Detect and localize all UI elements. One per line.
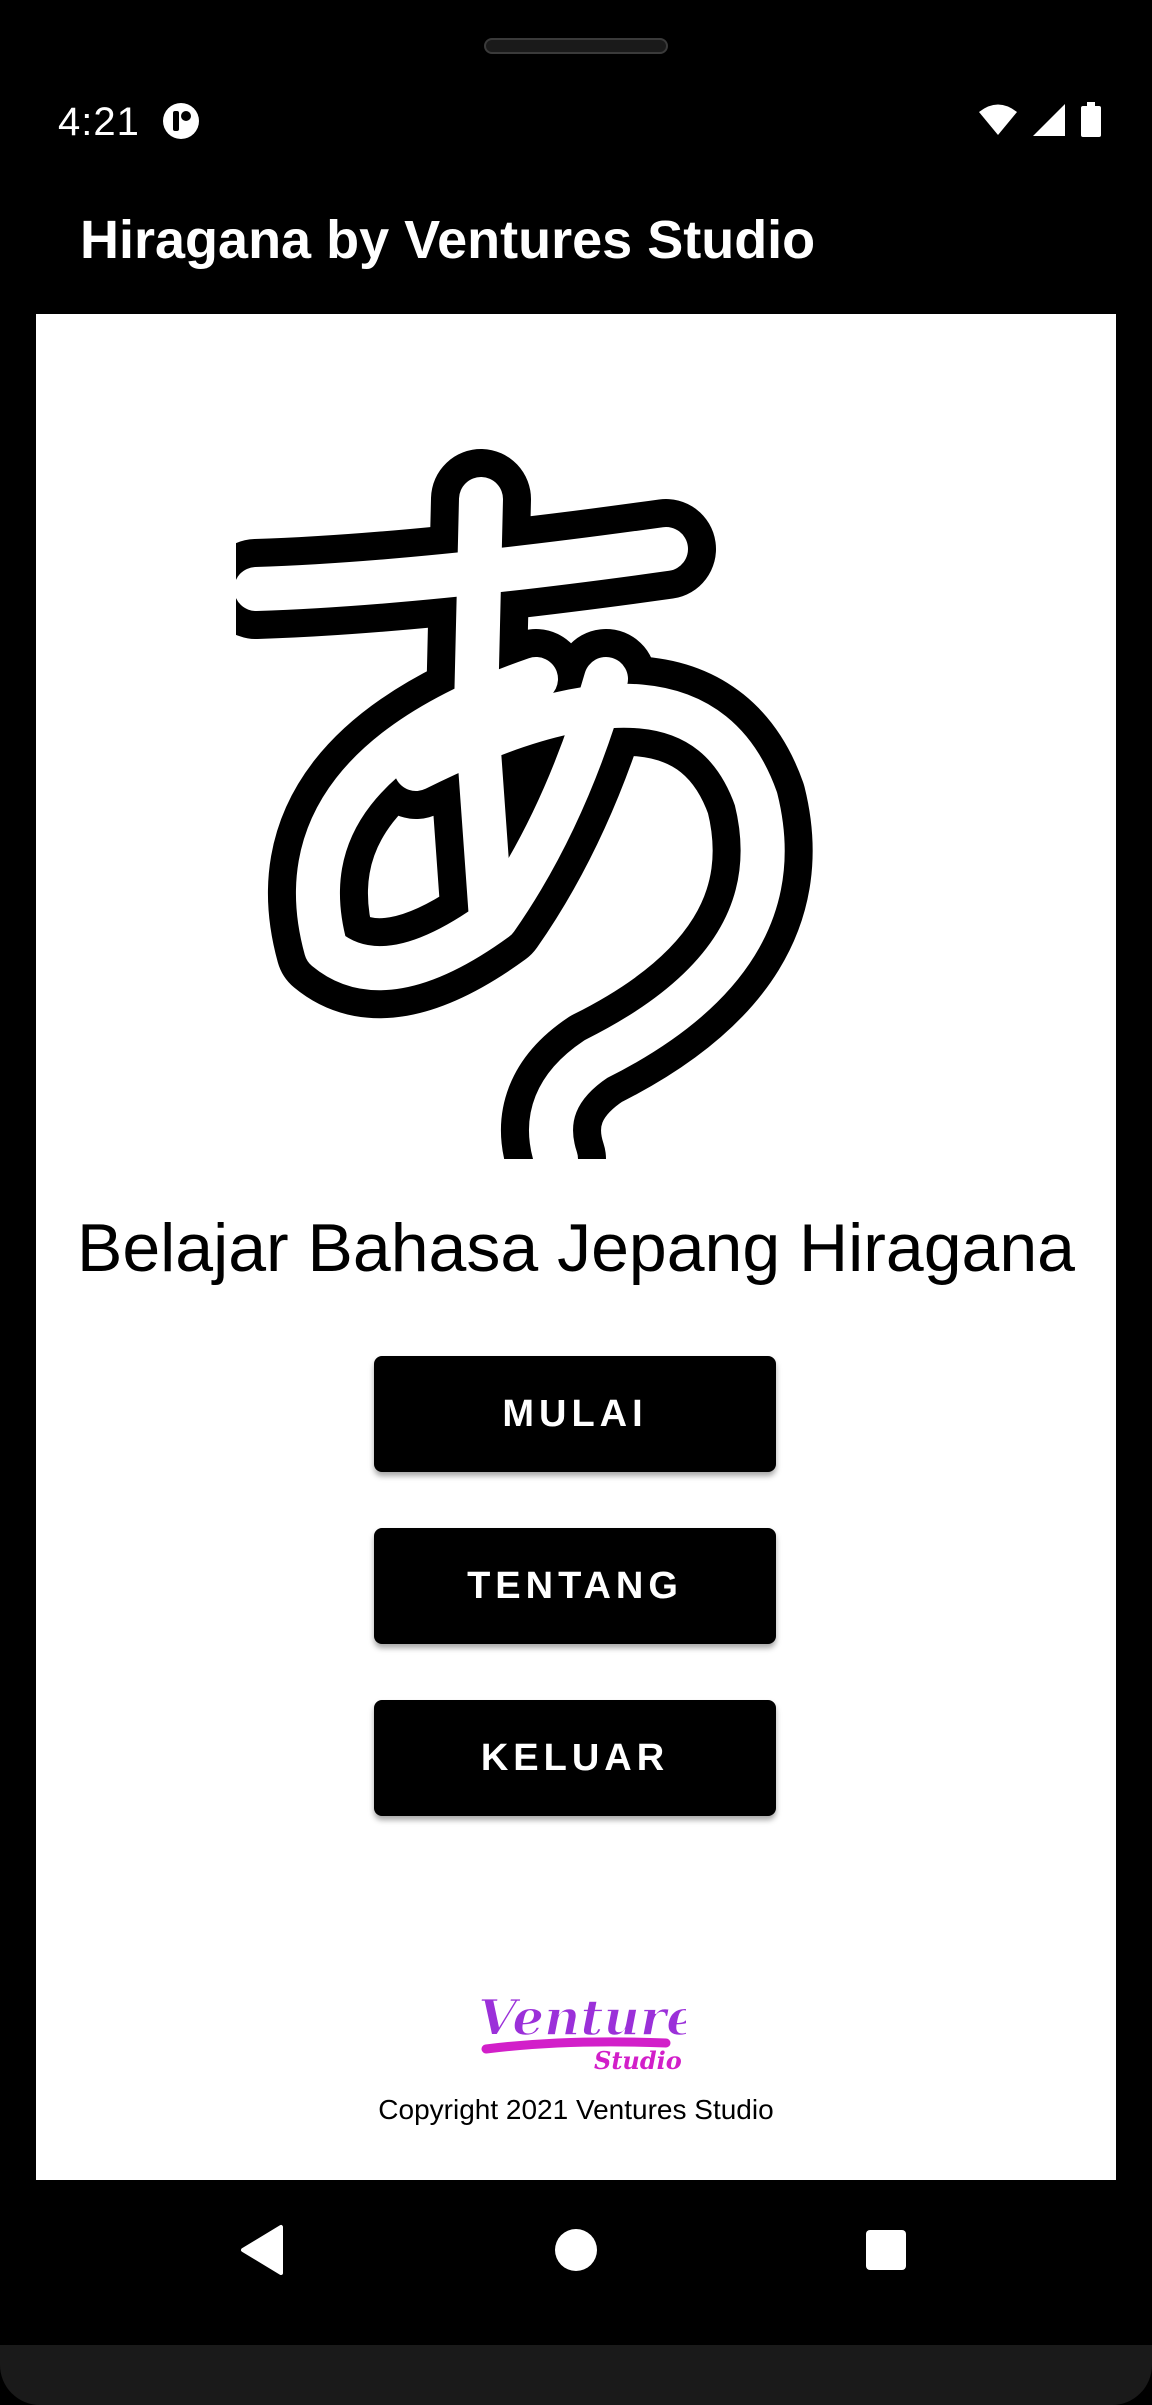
battery-icon <box>1080 101 1102 143</box>
earpiece-speaker <box>484 38 668 54</box>
ventures-studio-logo: Ventures Studio <box>466 1977 727 2077</box>
phone-frame: 4:21 Hiragana by Ventures Studio Belajar… <box>0 0 1152 2405</box>
app-notification-icon <box>162 102 200 140</box>
headline: Belajar Bahasa Jepang Hiragana <box>76 1210 1076 1286</box>
mulai-button[interactable]: MULAI <box>374 1356 776 1472</box>
status-bar: 4:21 <box>0 90 1152 164</box>
main-content: Belajar Bahasa Jepang Hiragana MULAI TEN… <box>36 314 1116 2180</box>
wifi-icon <box>978 103 1018 142</box>
recents-icon[interactable] <box>846 2210 926 2290</box>
back-icon[interactable] <box>222 2210 302 2290</box>
hiragana-a-icon <box>206 439 936 1209</box>
tentang-button[interactable]: TENTANG <box>374 1528 776 1644</box>
cellular-signal-icon <box>1032 103 1066 142</box>
bottom-bezel <box>0 2345 1152 2405</box>
copyright-text: Copyright 2021 Ventures Studio <box>378 2094 774 2125</box>
logo-text-secondary: Studio <box>594 2046 682 2075</box>
app-title: Hiragana by Ventures Studio <box>80 210 816 270</box>
logo-text-primary: Ventures <box>478 1988 686 2047</box>
app-bar: Hiragana by Ventures Studio <box>0 195 1152 315</box>
status-time: 4:21 <box>58 100 140 144</box>
status-icons <box>978 101 1102 143</box>
keluar-button[interactable]: KELUAR <box>374 1700 776 1816</box>
home-icon[interactable] <box>536 2210 616 2290</box>
system-nav-bar <box>0 2180 1152 2320</box>
